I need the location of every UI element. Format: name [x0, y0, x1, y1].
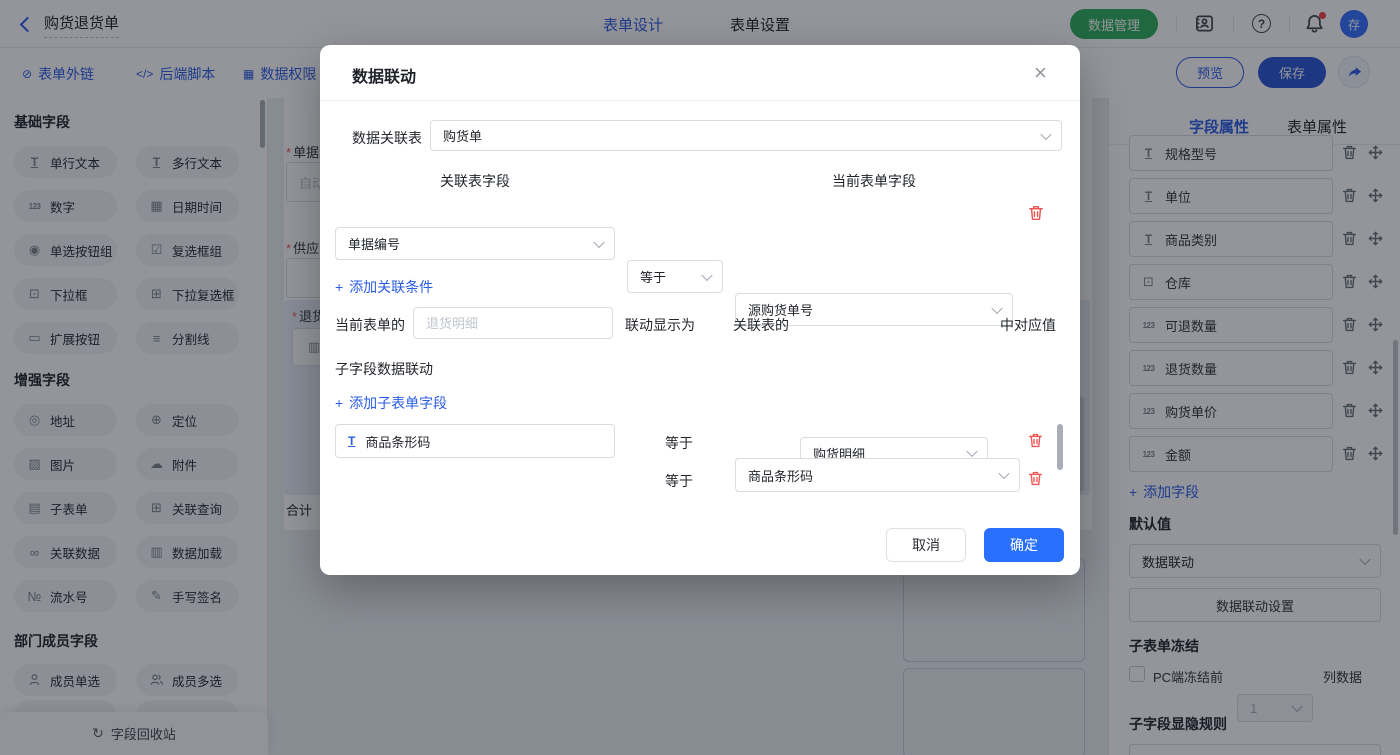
data-linkage-modal: 数据联动 × 数据关联表 购货单 关联表字段 当前表单字段 单据编号 等于 源购… — [320, 45, 1080, 575]
delete-subfield-button[interactable] — [1027, 432, 1044, 454]
plus-icon: + — [335, 279, 343, 295]
add-condition-button[interactable]: +添加关联条件 — [335, 277, 433, 297]
app-window: 购货退货单 表单设计 表单设置 数据管理 ? 存 ⊘ 表单外链 </> 后端脚本… — [0, 0, 1400, 755]
chevron-down-icon — [991, 302, 1002, 313]
divider — [320, 100, 1080, 101]
delete-condition-button[interactable] — [1027, 204, 1045, 227]
display-middle-label: 联动显示为 — [625, 315, 695, 335]
chevron-down-icon — [701, 269, 712, 280]
corresponding-value-label: 中对应值 — [1000, 315, 1056, 335]
delete-subfield-button[interactable] — [1027, 470, 1044, 492]
column-header-right: 当前表单字段 — [735, 171, 1013, 191]
plus-icon: + — [335, 395, 343, 411]
chevron-down-icon — [593, 236, 604, 247]
modal-scrollbar[interactable] — [1057, 424, 1063, 470]
subfield-section-label: 子字段数据联动 — [335, 359, 433, 379]
subfield-rows-viewport: T商品条形码 等于 商品条形码 T商品 等于 商品 — [320, 417, 1080, 507]
trash-icon — [1027, 470, 1044, 487]
column-header-left: 关联表字段 — [335, 171, 615, 191]
equals-label: 等于 — [665, 433, 693, 453]
confirm-button[interactable]: 确定 — [984, 528, 1064, 562]
relation-table-select[interactable]: 购货单 — [430, 120, 1062, 151]
display-prefix-label: 当前表单的 — [335, 315, 405, 335]
cancel-button[interactable]: 取消 — [886, 528, 966, 562]
add-subfield-button[interactable]: +添加子表单字段 — [335, 393, 447, 413]
chevron-down-icon — [1040, 128, 1051, 139]
relation-of-label: 关联表的 — [733, 315, 789, 335]
equals-label: 等于 — [665, 471, 693, 491]
modal-title: 数据联动 — [352, 63, 416, 87]
trash-icon — [1027, 204, 1045, 222]
chevron-down-icon — [998, 468, 1009, 479]
display-field-input[interactable] — [413, 307, 613, 339]
text-icon: T — [348, 434, 355, 448]
subfield-right-select[interactable]: 商品条形码 — [735, 458, 1020, 492]
relation-table-label: 数据关联表 — [352, 128, 422, 148]
close-icon[interactable]: × — [1034, 62, 1047, 84]
subfield-left-box[interactable]: T商品条形码 — [335, 424, 615, 458]
condition-field-select[interactable]: 单据编号 — [335, 227, 615, 260]
trash-icon — [1027, 432, 1044, 449]
condition-operator-select[interactable]: 等于 — [627, 260, 723, 293]
